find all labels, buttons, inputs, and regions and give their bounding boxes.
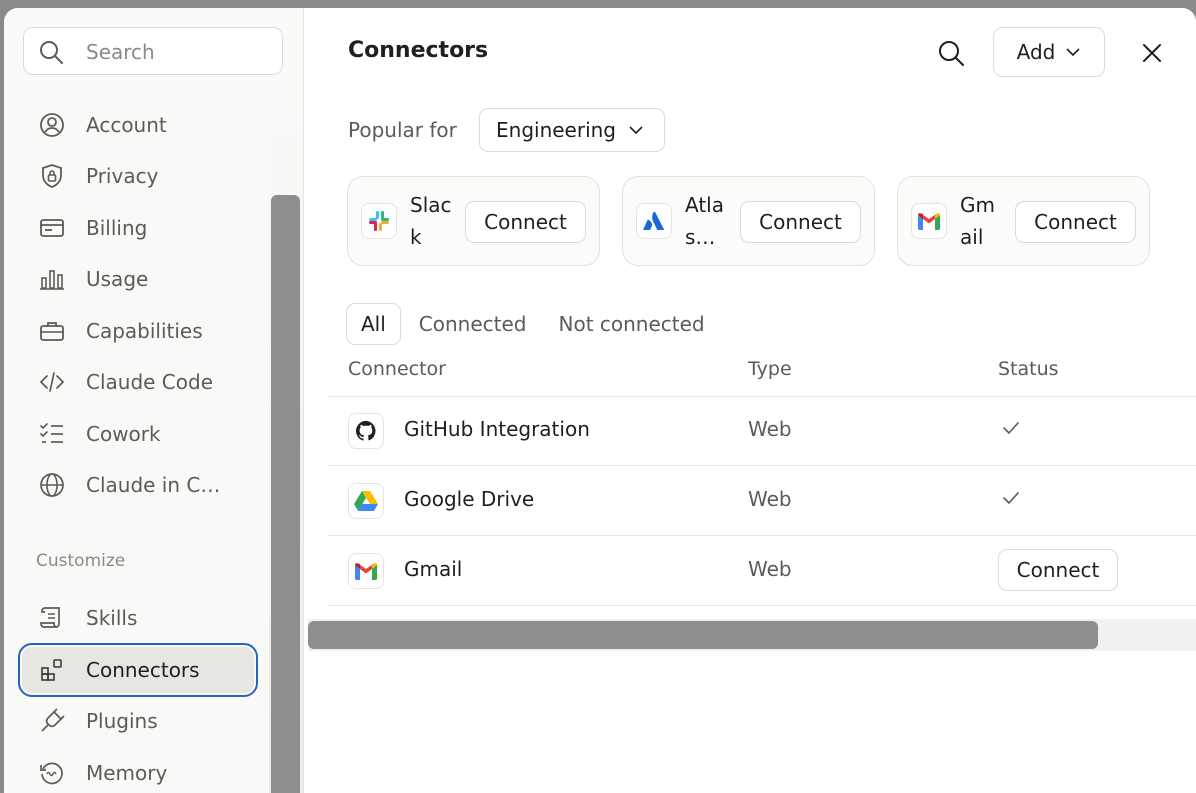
popular-card-name: Gmail bbox=[960, 193, 995, 249]
sidebar-item-skills[interactable]: Skills bbox=[22, 595, 254, 641]
add-button-label: Add bbox=[1016, 40, 1056, 64]
filter-tabs: All Connected Not connected bbox=[346, 303, 721, 345]
connector-name: GitHub Integration bbox=[404, 417, 590, 441]
popular-for-label: Popular for bbox=[348, 118, 457, 142]
table-row[interactable]: Gmail Web Connect bbox=[328, 537, 1196, 605]
sidebar-item-label: Capabilities bbox=[86, 319, 203, 343]
sidebar-item-claude-in-chrome[interactable]: Claude in C… bbox=[22, 462, 254, 508]
check-icon bbox=[1003, 422, 1019, 434]
plug-icon bbox=[38, 707, 66, 735]
connectors-panel: Connectors Add Popular for Engineering S… bbox=[304, 8, 1196, 793]
connect-button[interactable]: Connect bbox=[998, 549, 1118, 591]
sidebar-item-capabilities[interactable]: Capabilities bbox=[22, 308, 254, 354]
sidebar-item-label: Usage bbox=[86, 267, 149, 291]
check-icon bbox=[1003, 492, 1019, 504]
column-header-status: Status bbox=[998, 358, 1059, 380]
row-divider bbox=[328, 535, 1196, 536]
sidebar-item-label: Skills bbox=[86, 606, 138, 630]
tab-connected[interactable]: Connected bbox=[403, 303, 543, 345]
page-title: Connectors bbox=[348, 38, 489, 63]
popular-card-gmail: Gmail Connect bbox=[897, 176, 1150, 266]
table-row[interactable]: GitHub Integration Web bbox=[328, 397, 1196, 465]
connectors-icon bbox=[38, 656, 66, 684]
connect-button[interactable]: Connect bbox=[1015, 201, 1136, 243]
sidebar-item-usage[interactable]: Usage bbox=[22, 256, 254, 302]
popular-card-name: Atlas… bbox=[685, 193, 724, 249]
add-button[interactable]: Add bbox=[993, 27, 1105, 77]
shield-icon bbox=[38, 162, 66, 190]
sidebar-item-connectors[interactable]: Connectors bbox=[18, 643, 258, 697]
checklist-icon bbox=[38, 420, 66, 448]
sidebar-item-label: Claude Code bbox=[86, 370, 214, 394]
row-divider bbox=[328, 465, 1196, 466]
chevron-down-icon bbox=[629, 126, 643, 135]
sidebar-item-label: Account bbox=[86, 113, 167, 137]
scroll-icon bbox=[38, 604, 66, 632]
connector-name: Google Drive bbox=[404, 487, 535, 511]
column-header-type: Type bbox=[748, 358, 792, 380]
sidebar-scrollbar[interactable] bbox=[271, 195, 300, 793]
connect-button[interactable]: Connect bbox=[740, 201, 861, 243]
card-icon bbox=[38, 214, 66, 242]
gmail-logo-icon bbox=[911, 203, 947, 239]
connector-type: Web bbox=[748, 487, 792, 511]
sidebar-item-plugins[interactable]: Plugins bbox=[22, 698, 254, 744]
sidebar-item-memory[interactable]: Memory bbox=[22, 750, 254, 793]
sidebar-item-cowork[interactable]: Cowork bbox=[22, 411, 254, 457]
memory-icon bbox=[38, 759, 66, 787]
popular-card-name: Slack bbox=[410, 193, 452, 249]
sidebar-search[interactable] bbox=[23, 27, 283, 75]
connector-name: Gmail bbox=[404, 557, 463, 581]
tab-all[interactable]: All bbox=[346, 303, 401, 345]
github-logo-icon bbox=[348, 413, 384, 449]
briefcase-icon bbox=[38, 317, 66, 345]
sidebar-item-label: Claude in C… bbox=[86, 473, 221, 497]
column-header-connector: Connector bbox=[348, 358, 446, 380]
settings-window: Account Privacy Billing Usage Capabiliti… bbox=[4, 8, 1196, 793]
horizontal-scrollbar[interactable] bbox=[308, 621, 1098, 649]
google-drive-logo-icon bbox=[348, 483, 384, 519]
search-icon[interactable] bbox=[936, 38, 966, 68]
sidebar-item-billing[interactable]: Billing bbox=[22, 205, 254, 251]
bar-chart-icon bbox=[38, 265, 66, 293]
sidebar-item-label: Memory bbox=[86, 761, 168, 785]
section-label-customize: Customize bbox=[36, 551, 126, 571]
globe-icon bbox=[38, 471, 66, 499]
atlassian-logo-icon bbox=[636, 203, 672, 239]
connect-button[interactable]: Connect bbox=[465, 201, 586, 243]
sidebar-item-privacy[interactable]: Privacy bbox=[22, 153, 254, 199]
account-icon bbox=[38, 111, 66, 139]
row-divider bbox=[328, 605, 1196, 606]
sidebar-item-label: Plugins bbox=[86, 709, 158, 733]
search-icon bbox=[40, 41, 63, 64]
sidebar-item-label: Billing bbox=[86, 216, 148, 240]
chevron-down-icon bbox=[1066, 48, 1080, 57]
close-icon[interactable] bbox=[1137, 38, 1167, 68]
sidebar-item-label: Cowork bbox=[86, 422, 161, 446]
connector-type: Web bbox=[748, 417, 792, 441]
sidebar-item-label: Connectors bbox=[86, 658, 200, 682]
gmail-logo-icon bbox=[348, 553, 384, 589]
department-select[interactable]: Engineering bbox=[479, 108, 665, 152]
sidebar-item-claude-code[interactable]: Claude Code bbox=[22, 359, 254, 405]
slack-logo-icon bbox=[361, 203, 397, 239]
search-input[interactable] bbox=[84, 38, 278, 66]
department-select-value: Engineering bbox=[496, 118, 616, 142]
connector-type: Web bbox=[748, 557, 792, 581]
popular-card-slack: Slack Connect bbox=[347, 176, 600, 266]
tab-not-connected[interactable]: Not connected bbox=[543, 303, 721, 345]
sidebar-item-label: Privacy bbox=[86, 164, 159, 188]
table-row[interactable]: Google Drive Web bbox=[328, 467, 1196, 535]
code-icon bbox=[38, 368, 66, 396]
sidebar-item-account[interactable]: Account bbox=[22, 102, 254, 148]
sidebar: Account Privacy Billing Usage Capabiliti… bbox=[4, 8, 304, 793]
popular-card-atlassian: Atlas… Connect bbox=[622, 176, 875, 266]
